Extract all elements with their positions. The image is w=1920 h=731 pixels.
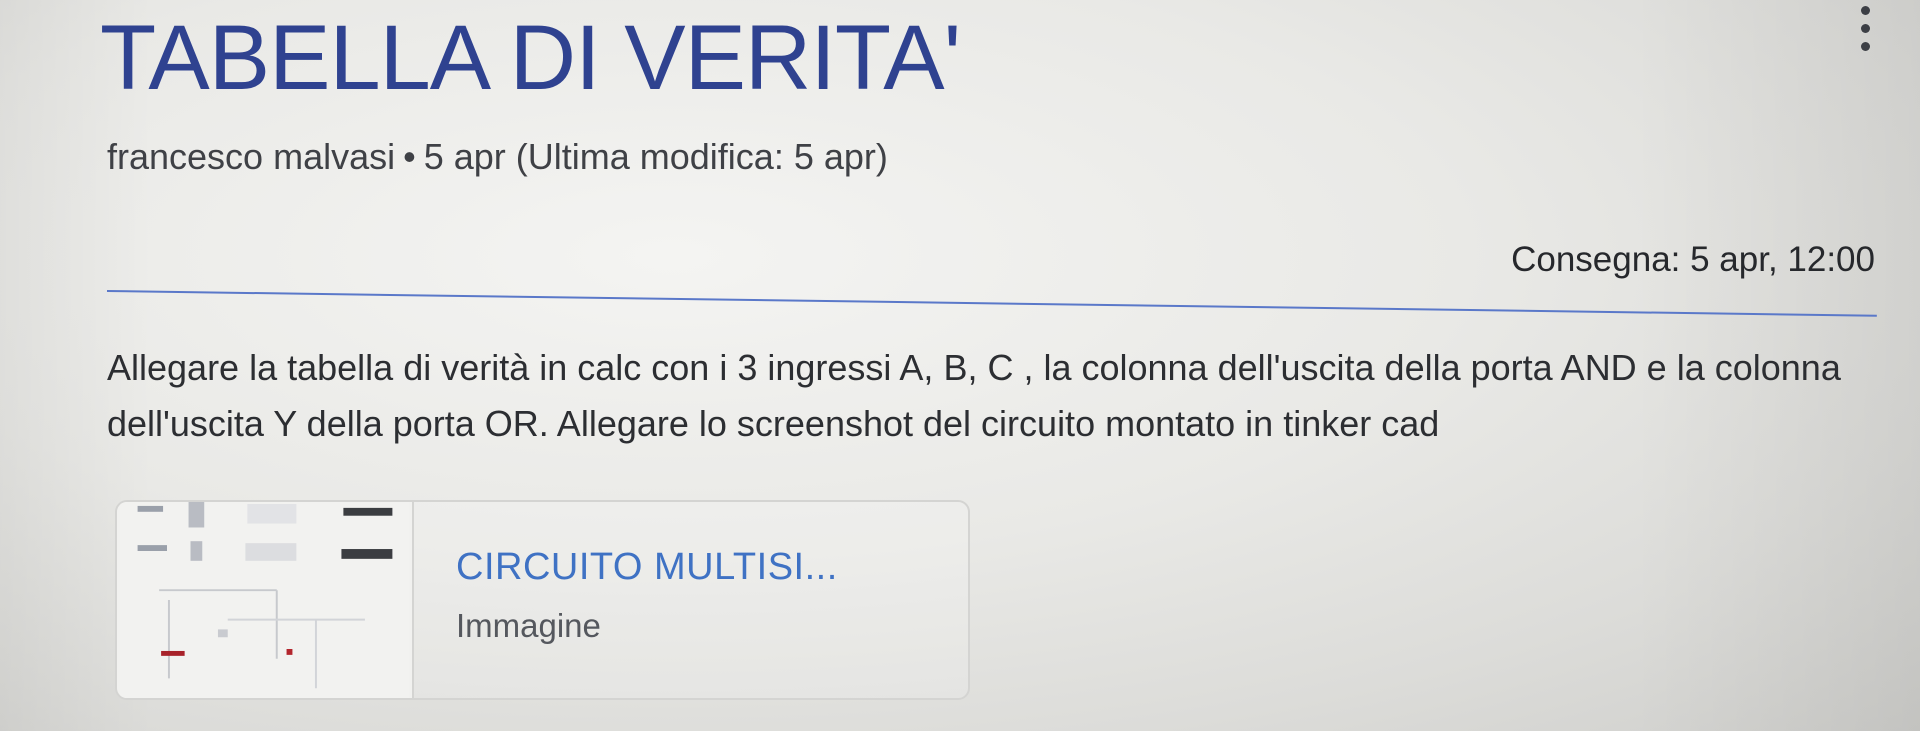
attachment-name[interactable]: CIRCUITO MULTISI... [456, 546, 838, 589]
attachment-thumbnail [117, 502, 414, 698]
attachment-type: Immagine [456, 607, 601, 644]
meta-separator: • [403, 136, 416, 177]
assignment-description: Allegare la tabella di verità in calc co… [107, 347, 1841, 444]
more-options-button[interactable] [1845, 0, 1885, 58]
more-vert-icon [1860, 6, 1870, 15]
more-vert-icon-dot [1860, 24, 1870, 33]
assignment-title: TABELLA DI VERITA' [100, 7, 961, 109]
attachment-info: CIRCUITO MULTISI... Immagine [414, 502, 838, 698]
posted-date: 5 apr (Ultima modifica: 5 apr) [423, 136, 888, 177]
due-date: Consegna: 5 apr, 12:00 [1511, 240, 1875, 279]
attachment-card[interactable]: CIRCUITO MULTISI... Immagine [115, 500, 970, 700]
assignment-meta: francesco malvasi • 5 apr (Ultima modifica… [107, 136, 888, 178]
author-name: francesco malvasi [107, 136, 396, 177]
circuit-thumbnail-image [119, 502, 410, 698]
more-vert-icon-dot [1860, 42, 1870, 51]
header-divider [106, 290, 1877, 317]
